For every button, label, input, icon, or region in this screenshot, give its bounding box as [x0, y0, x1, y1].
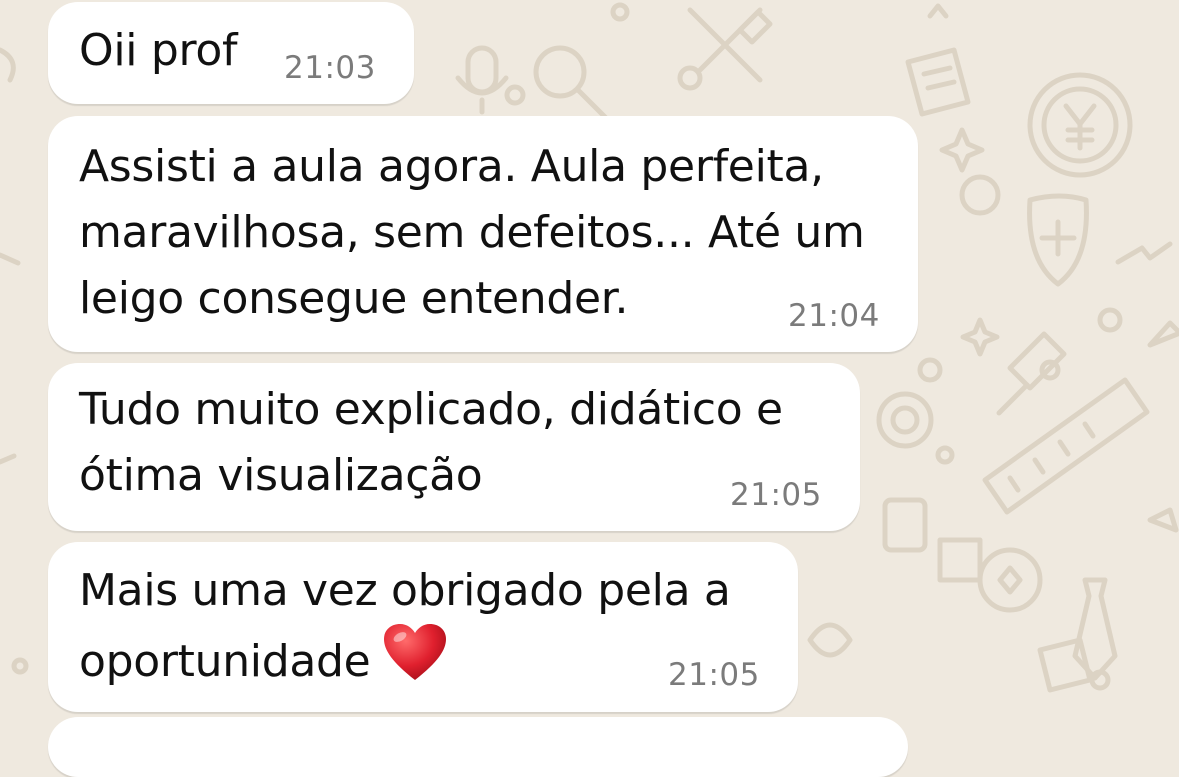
message-text: Tudo muito explicado, didático e ótima v…: [79, 384, 783, 501]
message-text: Mais uma vez obrigado pela a oportunidad…: [79, 558, 731, 695]
message-timestamp: 21:04: [788, 298, 880, 334]
message-bubble-partial[interactable]: [48, 717, 908, 777]
message-timestamp: 21:05: [668, 657, 760, 693]
message-timestamp: 21:03: [284, 50, 376, 86]
chat-thread: Oii prof 21:03 Assisti a aula agora. Aul…: [0, 0, 1179, 777]
message-bubble[interactable]: Oii prof 21:03: [48, 2, 414, 104]
message-bubble[interactable]: Assisti a aula agora. Aula perfeita, mar…: [48, 116, 918, 352]
message-bubble[interactable]: Mais uma vez obrigado pela a oportunidad…: [48, 542, 798, 712]
message-text: Assisti a aula agora. Aula perfeita, mar…: [79, 141, 865, 324]
message-bubble[interactable]: Tudo muito explicado, didático e ótima v…: [48, 363, 860, 531]
heart-icon: [384, 624, 447, 680]
message-timestamp: 21:05: [730, 477, 822, 513]
message-text: Oii prof: [79, 25, 238, 76]
